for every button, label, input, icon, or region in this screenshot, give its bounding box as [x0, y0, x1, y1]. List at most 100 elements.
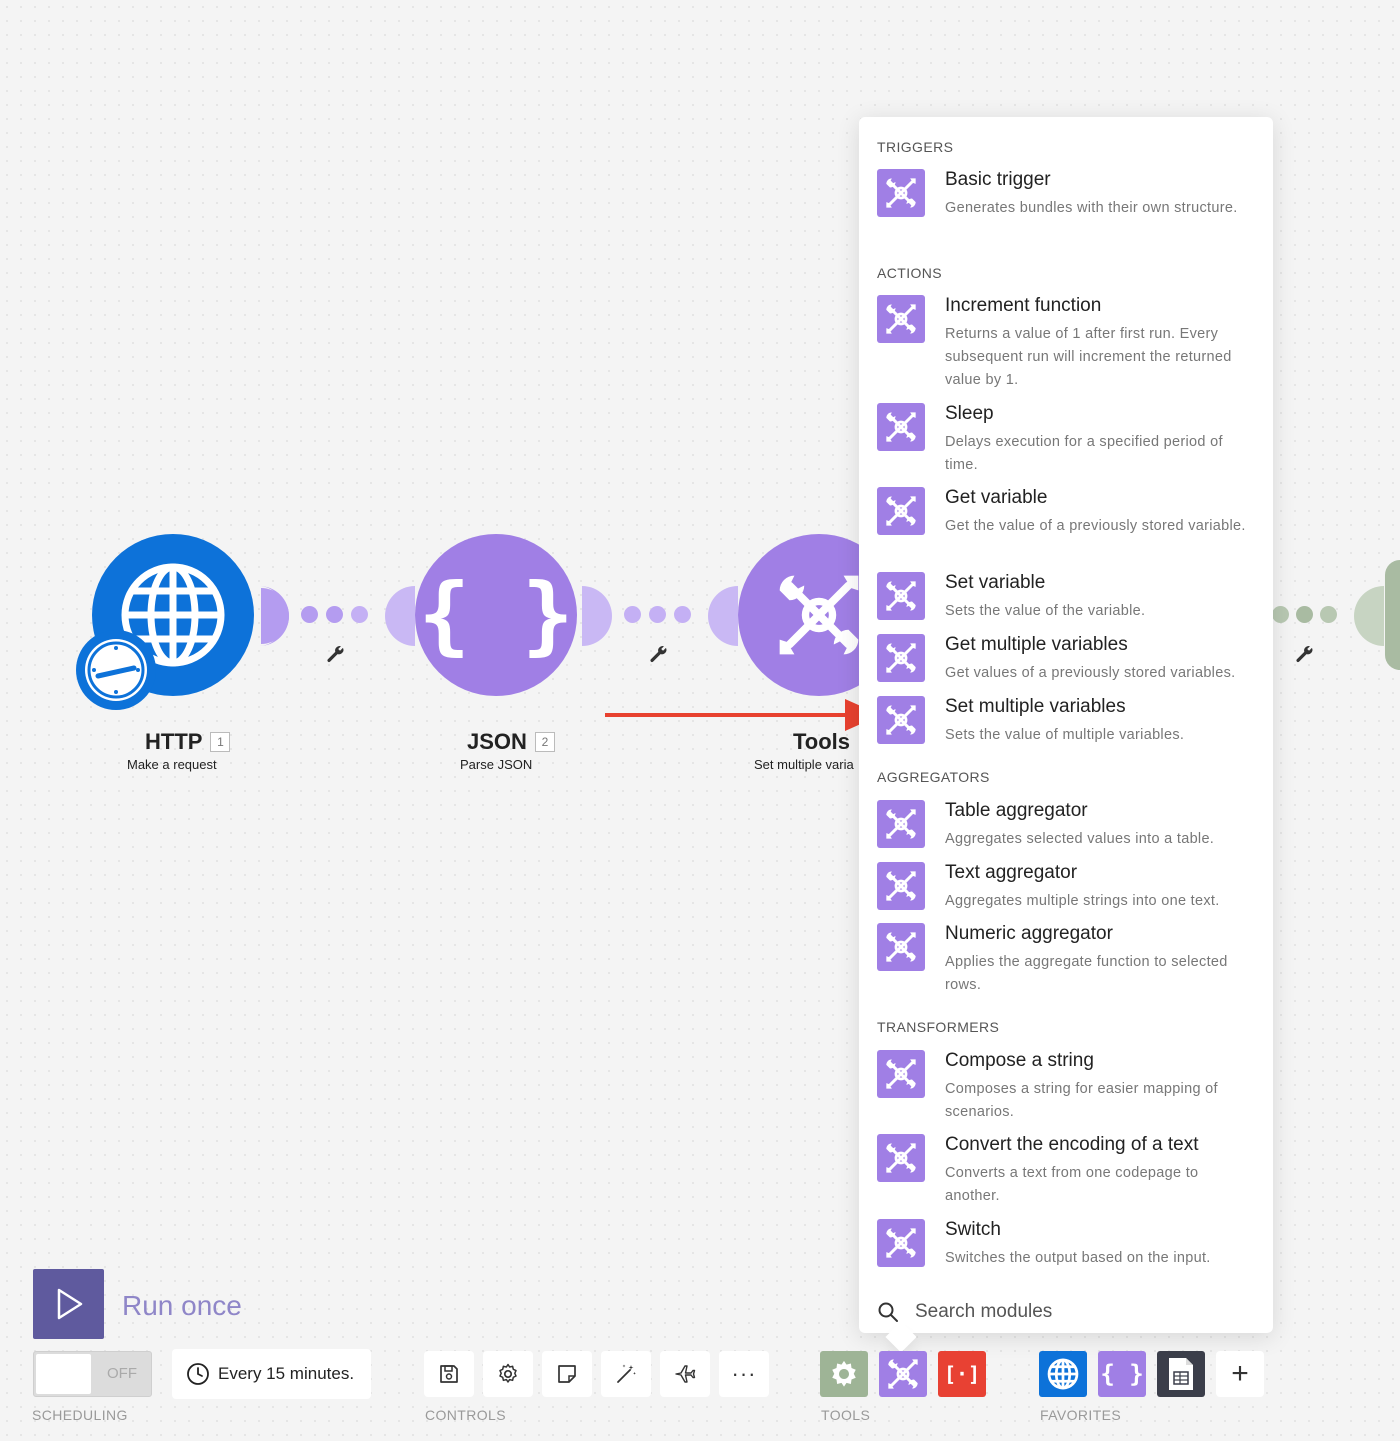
notes-button[interactable] — [542, 1351, 592, 1397]
item-description: Composes a string for easier mapping of … — [945, 1081, 1218, 1120]
tools-icon — [877, 1050, 925, 1098]
add-favorite-button[interactable]: + — [1216, 1351, 1264, 1397]
section-title-actions: ACTIONS — [877, 265, 943, 281]
json-module-circle[interactable]: { } — [415, 534, 577, 696]
item-title: Set multiple variables — [945, 696, 1126, 717]
gear-icon — [499, 1363, 517, 1383]
run-once-button[interactable] — [33, 1269, 104, 1339]
flow-control-tool-button[interactable] — [820, 1351, 868, 1397]
module-name: JSON — [467, 729, 527, 754]
save-button[interactable] — [424, 1351, 474, 1397]
clock-icon — [187, 1363, 209, 1385]
item-description: Get values of a previously stored variab… — [945, 665, 1236, 681]
schedule-clock-icon — [85, 639, 147, 701]
search-row — [877, 1297, 1257, 1327]
ellipsis-icon: ··· — [731, 1361, 757, 1386]
item-title: Get multiple variables — [945, 634, 1128, 655]
module-number: 1 — [210, 732, 231, 752]
route-settings-wrench-icon[interactable] — [647, 643, 669, 665]
item-description: Generates bundles with their own structu… — [945, 200, 1238, 216]
annotation-arrow-icon — [605, 699, 881, 731]
tools-icon — [877, 800, 925, 848]
connector-dot — [301, 606, 318, 623]
tools-icon — [877, 634, 925, 682]
item-description: Applies the aggregate function to select… — [945, 954, 1228, 993]
clock-badge — [76, 630, 156, 710]
connector-dot — [351, 606, 368, 623]
route-settings-wrench-icon[interactable] — [1293, 643, 1315, 665]
tools-icon — [877, 295, 925, 343]
connector-dot — [624, 606, 641, 623]
auto-align-button[interactable] — [601, 1351, 651, 1397]
connector-dot — [1296, 606, 1313, 623]
item-description: Switches the output based on the input. — [945, 1250, 1211, 1266]
toggle-knob — [36, 1354, 91, 1394]
tools-module-picker: TRIGGERS Basic trigger Generates bundles… — [859, 117, 1273, 1333]
text-parser-tool-button[interactable]: [·] — [938, 1351, 986, 1397]
favorites-label: FAVORITES — [1040, 1407, 1122, 1423]
next-module-partial[interactable] — [1385, 560, 1400, 670]
item-description: Delays execution for a specified period … — [945, 434, 1223, 473]
schedule-settings-button[interactable]: Every 15 minutes. — [172, 1349, 371, 1399]
tools-icon — [877, 862, 925, 910]
scheduling-toggle[interactable]: OFF — [33, 1351, 152, 1397]
item-title: Sleep — [945, 403, 994, 424]
route-settings-wrench-icon[interactable] — [324, 643, 346, 665]
item-description: Sets the value of multiple variables. — [945, 727, 1185, 743]
braces-icon: { } — [418, 565, 574, 665]
scheduling-label: SCHEDULING — [32, 1407, 128, 1423]
favorite-sheets-button[interactable] — [1157, 1351, 1205, 1397]
item-description: Sets the value of the variable. — [945, 603, 1146, 619]
module-subtitle: Set multiple varia — [754, 757, 854, 772]
item-title: Set variable — [945, 572, 1046, 593]
connector-dot — [649, 606, 666, 623]
item-description: Returns a value of 1 after first run. Ev… — [945, 326, 1232, 388]
item-description: Aggregates selected values into a table. — [945, 831, 1215, 847]
plus-icon: + — [1231, 1357, 1249, 1390]
tools-icon — [877, 1219, 925, 1267]
item-description: Get the value of a previously stored var… — [945, 518, 1246, 534]
tools-icon — [877, 572, 925, 620]
module-subtitle: Parse JSON — [460, 757, 533, 772]
item-title: Compose a string — [945, 1050, 1094, 1071]
connector-handle-right[interactable] — [259, 586, 291, 646]
more-options-button[interactable]: ··· — [719, 1351, 769, 1397]
connector-handle-left[interactable] — [706, 586, 738, 646]
connector-dot — [326, 606, 343, 623]
connector-dot — [1320, 606, 1337, 623]
item-title: Numeric aggregator — [945, 923, 1113, 944]
module-subtitle: Make a request — [127, 757, 217, 772]
connector-dot — [1272, 606, 1289, 623]
favorite-http-button[interactable] — [1039, 1351, 1087, 1397]
schedule-text: Every 15 minutes. — [218, 1364, 355, 1383]
tools-tool-button[interactable] — [879, 1351, 927, 1397]
globe-icon — [1047, 1358, 1079, 1390]
scenario-canvas[interactable]: HTTP 1 Make a request { } JSON 2 Parse J… — [0, 0, 1400, 1441]
section-title-triggers: TRIGGERS — [877, 139, 954, 155]
connector-handle-right[interactable] — [582, 586, 614, 646]
item-title: Table aggregator — [945, 800, 1088, 821]
tools-icon — [877, 169, 925, 217]
tools-icon — [877, 487, 925, 535]
item-title: Increment function — [945, 295, 1102, 316]
connector-handle-left[interactable] — [383, 586, 415, 646]
module-title: JSON 2 — [467, 729, 555, 755]
note-icon — [558, 1365, 576, 1383]
search-icon — [878, 1302, 898, 1322]
item-title: Text aggregator — [945, 862, 1078, 883]
item-description: Converts a text from one codepage to ano… — [945, 1165, 1199, 1204]
item-title: Switch — [945, 1219, 1001, 1240]
save-icon — [440, 1365, 458, 1383]
search-modules-input[interactable] — [915, 1301, 1235, 1323]
scenario-settings-button[interactable] — [483, 1351, 533, 1397]
braces-icon: { } — [1100, 1360, 1144, 1388]
module-title: HTTP 1 — [145, 729, 231, 755]
connector-handle-left[interactable] — [1352, 586, 1384, 646]
run-once-label[interactable]: Run once — [122, 1290, 242, 1322]
text-parser-icon: [·] — [943, 1362, 981, 1386]
explain-flow-button[interactable] — [660, 1351, 710, 1397]
tools-icon — [877, 923, 925, 971]
spreadsheet-icon — [1169, 1358, 1193, 1390]
tools-label: TOOLS — [821, 1407, 871, 1423]
favorite-json-button[interactable]: { } — [1098, 1351, 1146, 1397]
